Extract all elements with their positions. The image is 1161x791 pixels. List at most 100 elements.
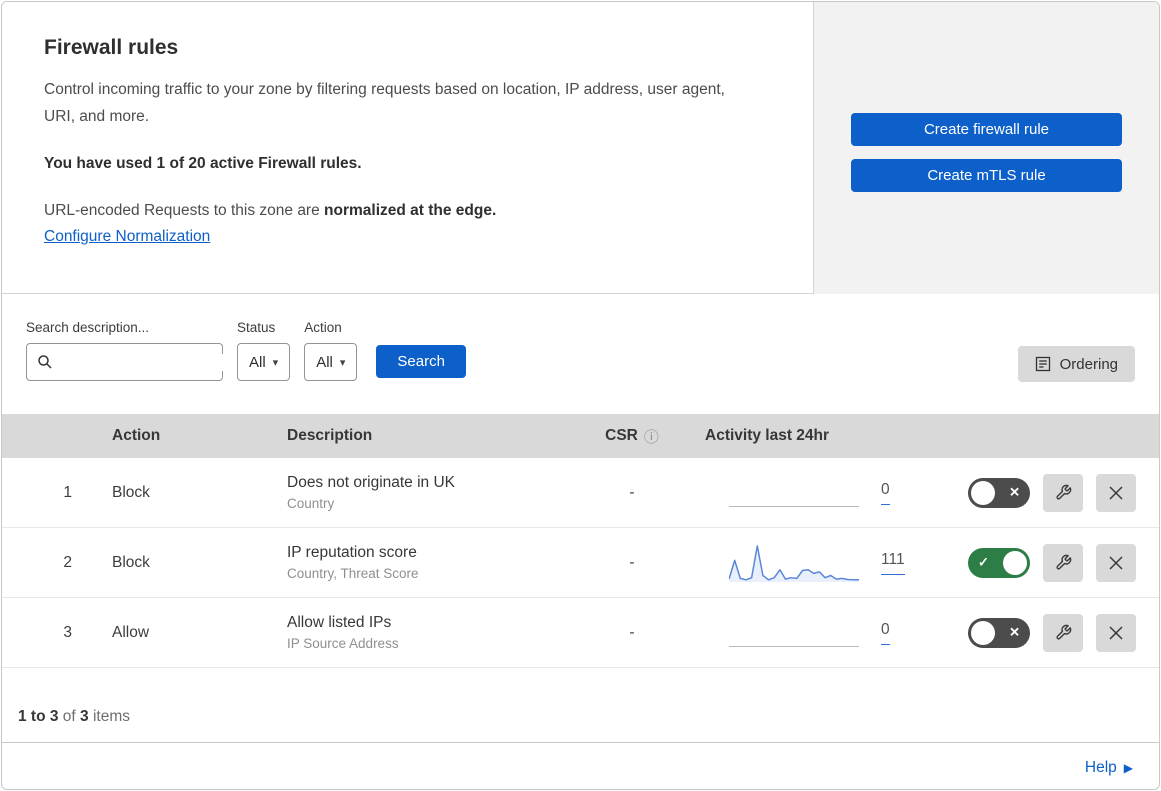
wrench-icon xyxy=(1055,484,1072,501)
rule-action: Block xyxy=(112,483,150,501)
ordering-icon xyxy=(1035,356,1051,372)
status-label: Status xyxy=(237,320,276,335)
action-header: Action xyxy=(112,427,161,444)
delete-rule-button[interactable] xyxy=(1096,473,1136,512)
help-label: Help xyxy=(1084,759,1117,776)
rule-description: Allow listed IPs xyxy=(287,614,392,631)
enable-toggle[interactable]: ✕ xyxy=(968,617,1030,648)
toggle-knob xyxy=(971,620,995,645)
table-header-row: Action Description CSR ⓘ Activity last 2… xyxy=(2,414,1159,458)
search-label: Search description... xyxy=(26,320,150,335)
delete-rule-button[interactable] xyxy=(1096,543,1136,582)
rule-description-cell: Allow listed IPs IP Source Address xyxy=(267,614,587,651)
search-box xyxy=(26,343,260,381)
of-text: of xyxy=(62,708,76,725)
activity-sparkline-empty xyxy=(729,646,859,647)
rule-controls: ✕ xyxy=(968,473,1159,512)
rule-description: IP reputation score xyxy=(287,544,417,561)
rule-fields: Country xyxy=(287,496,335,511)
filter-bar: Search description... Status All ▾ Actio… xyxy=(2,294,1159,414)
action-select[interactable]: All ▾ xyxy=(304,343,358,381)
rule-controls: ✕ xyxy=(968,613,1159,652)
toggle-off-x-icon: ✕ xyxy=(1009,624,1020,640)
action-group: Action All ▾ xyxy=(304,320,358,414)
activity-header: Activity last 24hr xyxy=(705,427,830,444)
rule-description-cell: IP reputation score Country, Threat Scor… xyxy=(267,544,587,581)
normalization-bold: normalized at the edge. xyxy=(324,202,497,220)
top-section: Firewall rules Control incoming traffic … xyxy=(2,2,1159,294)
toggle-on-check-icon: ✓ xyxy=(978,554,989,570)
search-button-wrap: Search xyxy=(376,320,466,414)
delete-rule-button[interactable] xyxy=(1096,613,1136,652)
rule-activity-cell: 0 xyxy=(677,481,968,507)
rule-action: Allow xyxy=(112,623,150,641)
toggle-knob xyxy=(971,480,995,505)
rule-activity-cell: 0 xyxy=(677,621,968,647)
table-row: 3 Allow Allow listed IPs IP Source Addre… xyxy=(2,598,1159,668)
description-header: Description xyxy=(287,427,373,444)
status-group: Status All ▾ xyxy=(237,320,291,414)
ordering-button[interactable]: Ordering xyxy=(1017,346,1135,382)
rule-fields: Country, Threat Score xyxy=(287,566,419,581)
edit-rule-button[interactable] xyxy=(1043,543,1083,582)
rules-table: Action Description CSR ⓘ Activity last 2… xyxy=(2,414,1159,668)
toggle-knob xyxy=(1003,550,1027,575)
rule-description: Does not originate in UK xyxy=(287,474,456,491)
right-arrow-icon: ▶ xyxy=(1123,761,1133,775)
usage-summary: You have used 1 of 20 active Firewall ru… xyxy=(44,155,362,173)
rule-csr: - xyxy=(629,623,635,641)
close-icon xyxy=(1107,554,1125,572)
activity-count-link[interactable]: 111 xyxy=(881,551,905,575)
intro-card: Firewall rules Control incoming traffic … xyxy=(2,2,814,294)
wrench-icon xyxy=(1055,554,1072,571)
help-link[interactable]: Help ▶ xyxy=(1085,759,1133,777)
items-text: items xyxy=(92,708,131,725)
wrench-icon xyxy=(1055,624,1072,641)
action-value: All xyxy=(316,353,333,371)
ordering-label: Ordering xyxy=(1059,355,1118,373)
close-icon xyxy=(1107,624,1125,642)
normalization-text: URL-encoded Requests to this zone are xyxy=(44,202,325,220)
configure-normalization-link[interactable]: Configure Normalization xyxy=(44,228,210,245)
chevron-down-icon: ▾ xyxy=(272,356,279,369)
action-label: Action xyxy=(304,320,342,335)
activity-count-link[interactable]: 0 xyxy=(881,481,890,505)
edit-rule-button[interactable] xyxy=(1043,473,1083,512)
rule-activity-cell: 111 xyxy=(677,540,968,586)
help-bar: Help ▶ xyxy=(2,743,1159,789)
rule-csr: - xyxy=(629,553,635,571)
rule-priority: 3 xyxy=(63,623,72,641)
status-value: All xyxy=(249,353,266,371)
firewall-rules-page: Firewall rules Control incoming traffic … xyxy=(1,1,1160,790)
search-input[interactable] xyxy=(61,353,260,371)
activity-sparkline-empty xyxy=(729,506,859,507)
search-icon xyxy=(37,354,53,370)
pagination-summary: 1 to 3 of 3 items xyxy=(2,668,1159,743)
rule-description-cell: Does not originate in UK Country xyxy=(267,474,587,511)
search-button[interactable]: Search xyxy=(376,345,466,378)
rule-csr: - xyxy=(629,483,635,501)
create-firewall-rule-button[interactable]: Create firewall rule xyxy=(851,113,1122,146)
status-select[interactable]: All ▾ xyxy=(237,343,291,381)
enable-toggle[interactable]: ✕ xyxy=(968,477,1030,508)
enable-toggle[interactable]: ✓ xyxy=(968,547,1030,578)
rule-action: Block xyxy=(112,553,150,571)
action-panel: Create firewall rule Create mTLS rule xyxy=(814,2,1159,294)
rule-fields: IP Source Address xyxy=(287,636,399,651)
csr-header: CSR ⓘ xyxy=(587,426,677,447)
rule-priority: 2 xyxy=(63,553,72,571)
table-row: 1 Block Does not originate in UK Country… xyxy=(2,458,1159,528)
create-mtls-rule-button[interactable]: Create mTLS rule xyxy=(851,159,1122,192)
table-row: 2 Block IP reputation score Country, Thr… xyxy=(2,528,1159,598)
edit-rule-button[interactable] xyxy=(1043,613,1083,652)
toggle-off-x-icon: ✕ xyxy=(1009,484,1020,500)
activity-sparkline xyxy=(729,540,859,586)
activity-count-link[interactable]: 0 xyxy=(881,621,890,645)
info-icon[interactable]: ⓘ xyxy=(644,426,659,447)
rule-controls: ✓ xyxy=(968,543,1159,582)
range-text: 1 to 3 xyxy=(18,708,59,725)
normalization-note: URL-encoded Requests to this zone are no… xyxy=(44,202,743,220)
page-description: Control incoming traffic to your zone by… xyxy=(44,81,725,125)
chevron-down-icon: ▾ xyxy=(339,356,346,369)
csr-header-label: CSR xyxy=(605,427,638,444)
